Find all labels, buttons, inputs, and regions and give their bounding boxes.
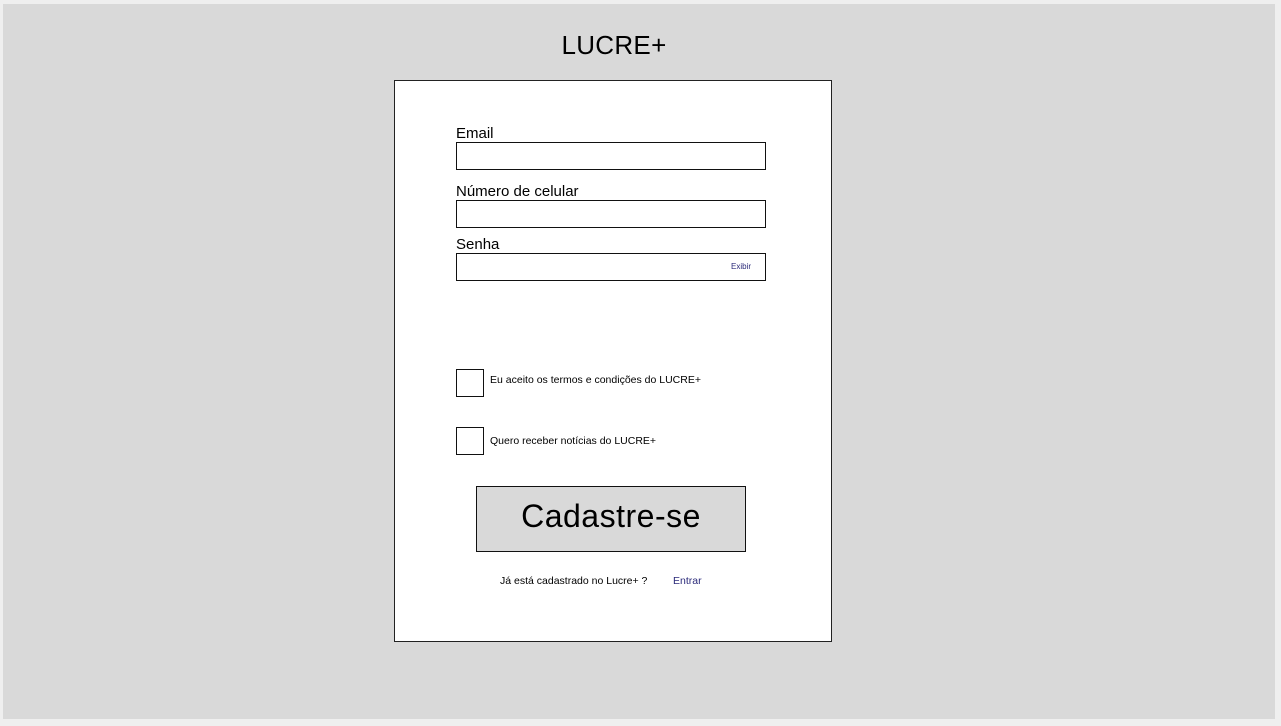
login-prompt: Já está cadastrado no Lucre+ ? (500, 575, 648, 587)
password-label: Senha (456, 236, 500, 253)
show-password-button[interactable]: Exibir (731, 262, 751, 271)
news-checkbox[interactable] (456, 427, 484, 455)
signup-card: Email Número de celular Senha Exibir Eu … (394, 80, 832, 642)
phone-field[interactable] (456, 200, 766, 228)
phone-label: Número de celular (456, 183, 579, 200)
terms-label: Eu aceito os termos e condições do LUCRE… (490, 374, 701, 386)
email-field[interactable] (456, 142, 766, 170)
signup-button[interactable]: Cadastre-se (476, 486, 746, 552)
page-background: LUCRE+ Email Número de celular Senha Exi… (3, 4, 1275, 719)
password-field[interactable]: Exibir (456, 253, 766, 281)
email-label: Email (456, 125, 494, 142)
terms-checkbox[interactable] (456, 369, 484, 397)
app-title: LUCRE+ (561, 30, 667, 60)
login-link[interactable]: Entrar (673, 575, 702, 587)
news-label: Quero receber notícias do LUCRE+ (490, 435, 657, 447)
